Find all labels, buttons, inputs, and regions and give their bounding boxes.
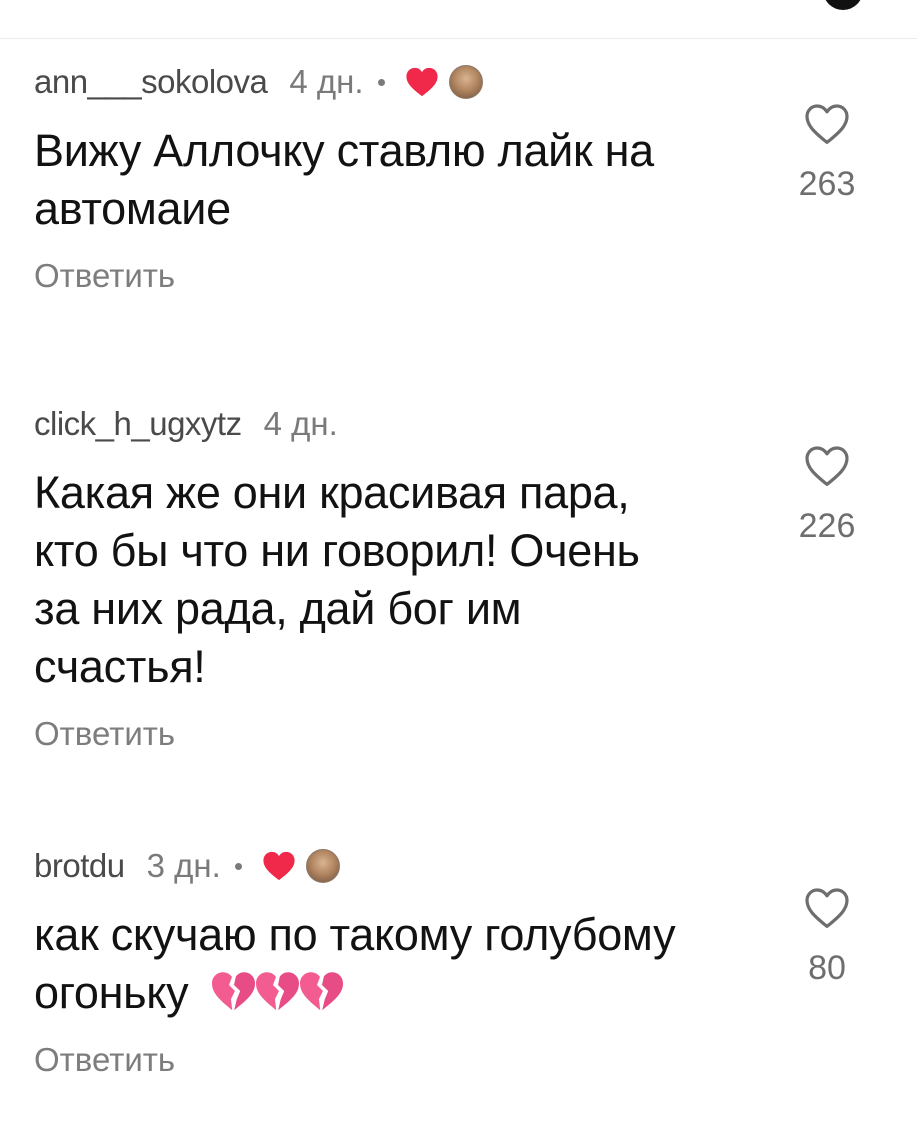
comment-text-line: Вижу Аллочку ставлю лайк на — [34, 125, 654, 176]
comment-text-line: Какая же они красивая пара, — [34, 467, 630, 518]
comment-text-line: за них рада, дай бог им — [34, 583, 522, 634]
comment-time: 4 дн. — [289, 63, 364, 100]
comment-username[interactable]: click_h_ugxytz — [34, 404, 242, 444]
like-control: 80 — [787, 886, 867, 988]
comment-username[interactable]: brotdu — [34, 846, 125, 886]
comment-header: click_h_ugxytz 4 дн. — [34, 404, 884, 444]
like-count: 263 — [798, 165, 856, 203]
like-control: 226 — [787, 444, 867, 546]
comment-text: как скучаю по такому голубому огоньку — [34, 906, 754, 1022]
like-control: 263 — [787, 102, 867, 204]
author-liked-heart-icon — [263, 851, 295, 881]
comment-text: Вижу Аллочку ставлю лайк на автомаие — [34, 122, 754, 238]
comment-text-line: кто бы что ни говорил! Очень — [34, 525, 640, 576]
comment-time: 4 дн. — [263, 405, 338, 442]
reply-button[interactable]: Ответить — [34, 1040, 884, 1080]
top-right-partial-icon[interactable] — [823, 0, 863, 10]
comment-text-line: огоньку — [34, 967, 189, 1018]
comment-text-line: автомаие — [34, 183, 231, 234]
comment-text-line: счастья! — [34, 641, 206, 692]
comment-text: Какая же они красивая пара, кто бы что н… — [34, 464, 754, 696]
comment-header: ann___sokolova 4 дн. — [34, 62, 884, 102]
heart-outline-icon[interactable] — [803, 444, 851, 488]
comment-header: brotdu 3 дн. — [34, 846, 884, 886]
separator-dot — [377, 78, 385, 86]
comment-item: ann___sokolova 4 дн. Вижу Аллочку ставлю… — [34, 62, 884, 296]
comment-item: brotdu 3 дн. как скучаю по такому голубо… — [34, 846, 884, 1080]
author-avatar-icon — [448, 65, 483, 99]
broken-hearts-emoji — [209, 968, 343, 1014]
comment-username[interactable]: ann___sokolova — [34, 62, 268, 102]
comment-text-line-with-emoji: огоньку — [34, 964, 754, 1022]
top-divider — [0, 38, 917, 39]
comment-time: 3 дн. — [146, 847, 221, 884]
reply-button[interactable]: Ответить — [34, 256, 884, 296]
broken-heart-icon — [211, 972, 255, 1011]
reply-button[interactable]: Ответить — [34, 714, 884, 754]
comment-text-line: как скучаю по такому голубому — [34, 909, 676, 960]
comment-item: click_h_ugxytz 4 дн. Какая же они красив… — [34, 404, 884, 754]
broken-heart-icon — [255, 972, 299, 1011]
separator-dot — [234, 862, 242, 870]
author-avatar-icon — [305, 849, 340, 883]
heart-outline-icon[interactable] — [803, 886, 851, 930]
broken-heart-icon — [299, 972, 343, 1011]
like-count: 80 — [808, 949, 846, 987]
like-count: 226 — [798, 507, 856, 545]
author-liked-heart-icon — [405, 67, 438, 97]
heart-outline-icon[interactable] — [803, 102, 851, 146]
